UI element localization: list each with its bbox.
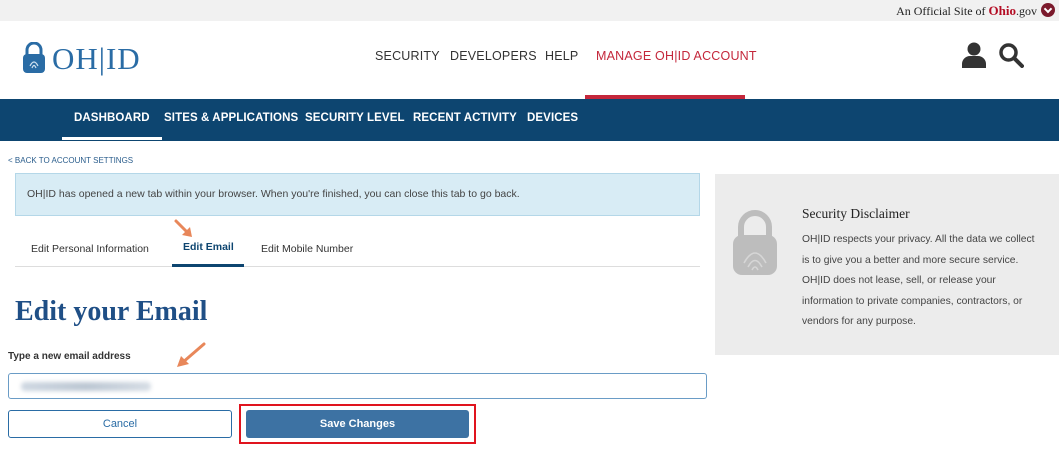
nav-manage-account[interactable]: MANAGE OH|ID ACCOUNT <box>596 49 757 63</box>
search-icon[interactable] <box>998 42 1024 68</box>
back-to-account-settings-link[interactable]: < BACK TO ACCOUNT SETTINGS <box>8 156 133 165</box>
annotation-arrow-icon <box>177 342 206 367</box>
logo-text: OH|ID <box>52 41 141 76</box>
tab-edit-personal-information[interactable]: Edit Personal Information <box>31 243 149 255</box>
security-disclaimer-panel: Security Disclaimer OH|ID respects your … <box>715 174 1059 355</box>
info-alert-text: OH|ID has opened a new tab within your b… <box>27 188 520 200</box>
user-icon[interactable] <box>962 42 986 68</box>
save-changes-button[interactable]: Save Changes <box>246 410 469 438</box>
tab-edit-mobile-number[interactable]: Edit Mobile Number <box>261 243 353 255</box>
ohio-wordmark: Ohio <box>988 3 1016 18</box>
disclaimer-title: Security Disclaimer <box>802 206 910 221</box>
lock-icon <box>23 42 45 73</box>
subnav-security-level[interactable]: SECURITY LEVEL <box>305 112 405 124</box>
lock-icon <box>733 210 777 275</box>
email-field-label: Type a new email address <box>8 351 131 362</box>
tab-edit-email[interactable]: Edit Email <box>183 241 234 253</box>
cancel-button[interactable]: Cancel <box>8 410 232 438</box>
subnav-devices[interactable]: DEVICES <box>527 112 578 124</box>
email-input[interactable] <box>8 373 707 399</box>
subnav-sites-applications[interactable]: SITES & APPLICATIONS <box>164 112 298 124</box>
account-subnav: DASHBOARD SITES & APPLICATIONS SECURITY … <box>0 99 1059 141</box>
email-value-redacted <box>21 382 151 391</box>
info-alert: OH|ID has opened a new tab within your b… <box>15 173 700 216</box>
page-title: Edit your Email <box>15 296 208 327</box>
subnav-recent-activity[interactable]: RECENT ACTIVITY <box>413 112 517 124</box>
disclaimer-body: OH|ID respects your privacy. All the dat… <box>802 234 1035 328</box>
edit-tabs: Edit Personal Information Edit Email Edi… <box>15 231 700 267</box>
annotation-arrow-icon <box>174 219 192 237</box>
nav-help[interactable]: HELP <box>545 49 578 63</box>
tab-active-indicator <box>172 264 244 267</box>
site-header: OH|ID SECURITY DEVELOPERS HELP MANAGE OH… <box>0 21 1059 99</box>
official-site-text: An Official Site of Ohio.gov <box>896 3 1037 18</box>
subnav-dashboard[interactable]: DASHBOARD <box>62 112 162 140</box>
nav-security[interactable]: SECURITY <box>375 49 440 63</box>
official-site-bar: An Official Site of Ohio.gov <box>0 0 1059 21</box>
nav-developers[interactable]: DEVELOPERS <box>450 49 537 63</box>
chevron-down-icon[interactable] <box>1041 3 1055 17</box>
